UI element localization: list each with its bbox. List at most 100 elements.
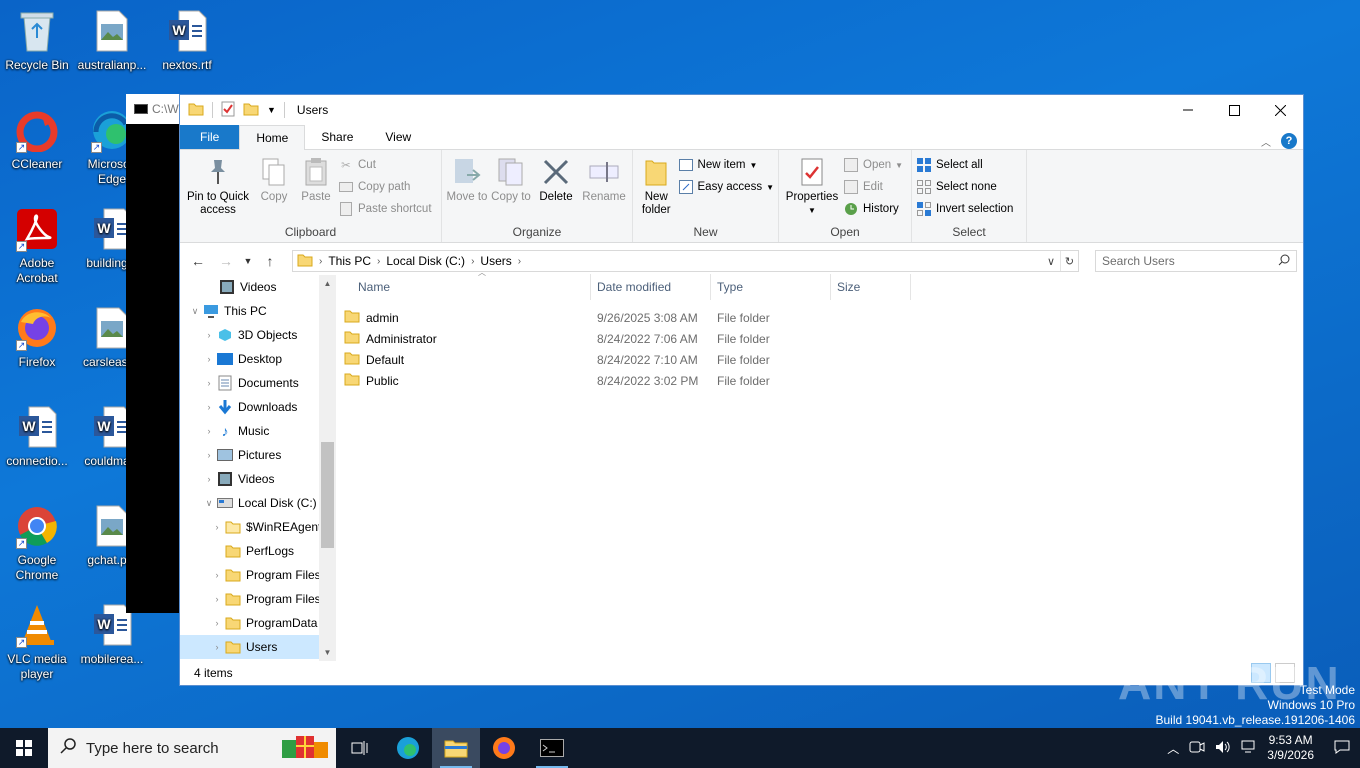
refresh-icon[interactable]: ↻ (1060, 251, 1078, 271)
expand-chevron-icon[interactable]: › (202, 426, 216, 436)
table-row[interactable]: admin 9/26/2025 3:08 AM File folder (336, 307, 1303, 328)
task-view-button[interactable] (336, 728, 384, 768)
table-row[interactable]: Administrator 8/24/2022 7:06 AM File fol… (336, 328, 1303, 349)
tab-home[interactable]: Home (239, 125, 306, 150)
taskbar-firefox[interactable] (480, 728, 528, 768)
desktop-icon-acrobat[interactable]: ↗ Adobe Acrobat (0, 206, 74, 286)
collapse-ribbon-chevron-icon[interactable]: ︿ (1261, 134, 1271, 149)
nav-item-3d-objects[interactable]: › 3D Objects (180, 323, 336, 347)
breadcrumb-local-disk[interactable]: Local Disk (C:) (386, 254, 465, 268)
expand-chevron-icon[interactable]: › (210, 522, 224, 532)
breadcrumb-separator-icon[interactable]: › (319, 256, 322, 267)
desktop-icon-connectio[interactable]: W connectio... (0, 404, 74, 469)
nav-item-users[interactable]: › Users (180, 635, 319, 659)
open-button[interactable]: Open ▼ (843, 156, 903, 174)
expand-chevron-icon[interactable]: ∨ (202, 498, 216, 509)
nav-item-videos[interactable]: › Videos (180, 467, 336, 491)
rename-button[interactable]: Rename (580, 152, 628, 224)
breadcrumb-separator-icon[interactable]: › (518, 256, 521, 267)
new-folder-button[interactable]: New folder (637, 152, 676, 224)
forward-button[interactable]: → (214, 249, 238, 273)
expand-chevron-icon[interactable]: › (202, 354, 216, 364)
nav-item-music[interactable]: › ♪ Music (180, 419, 336, 443)
table-row[interactable]: Default 8/24/2022 7:10 AM File folder (336, 349, 1303, 370)
expand-chevron-icon[interactable]: ∨ (188, 306, 202, 317)
expand-chevron-icon[interactable]: › (202, 330, 216, 340)
column-header-name[interactable]: Name (336, 274, 591, 300)
tab-share[interactable]: Share (305, 125, 369, 149)
desktop-icon-nextos[interactable]: W nextos.rtf (150, 8, 224, 73)
address-dropdown-chevron-icon[interactable]: ∨ (1042, 251, 1060, 271)
edit-button[interactable]: Edit (843, 178, 903, 196)
expand-chevron-icon[interactable]: › (202, 402, 216, 412)
history-button[interactable]: History (843, 200, 903, 218)
desktop-icon-firefox[interactable]: ↗ Firefox (0, 305, 74, 370)
nav-item-program-files-x86[interactable]: › Program Files (180, 587, 336, 611)
expand-chevron-icon[interactable]: › (210, 642, 224, 652)
taskbar-search-input[interactable]: Type here to search (86, 740, 219, 757)
tab-view[interactable]: View (369, 125, 427, 149)
network-icon[interactable] (1241, 740, 1257, 757)
nav-item-pictures[interactable]: › Pictures (180, 443, 336, 467)
up-button[interactable]: ↑ (258, 249, 282, 273)
nav-item-programdata[interactable]: › ProgramData (180, 611, 336, 635)
expand-chevron-icon[interactable]: › (202, 450, 216, 460)
new-folder-icon[interactable] (243, 102, 259, 119)
pin-to-quick-access-button[interactable]: Pin to Quick access (184, 152, 252, 224)
column-header-date[interactable]: Date modified (591, 274, 711, 300)
cut-button[interactable]: ✂ Cut (338, 156, 432, 174)
search-input[interactable]: Search Users (1102, 254, 1175, 268)
desktop-icon-chrome[interactable]: ↗ Google Chrome (0, 503, 74, 583)
close-button[interactable] (1257, 95, 1303, 125)
nav-item-local-disk[interactable]: ∨ Local Disk (C:) (180, 491, 336, 515)
desktop-icon-recycle-bin[interactable]: Recycle Bin (0, 8, 74, 73)
maximize-button[interactable] (1211, 95, 1257, 125)
properties-button[interactable]: Properties ▼ (783, 152, 841, 224)
titlebar[interactable]: ▼ Users (180, 95, 1303, 125)
expand-chevron-icon[interactable]: › (202, 378, 216, 388)
select-all-button[interactable]: Select all (916, 156, 1013, 174)
delete-button[interactable]: Delete (534, 152, 578, 224)
nav-item-desktop[interactable]: › Desktop (180, 347, 336, 371)
console-window[interactable]: C:\W (126, 94, 186, 613)
expand-chevron-icon[interactable]: › (202, 474, 216, 484)
start-button[interactable] (0, 728, 48, 768)
table-row[interactable]: Public 8/24/2022 3:02 PM File folder (336, 370, 1303, 391)
desktop-icon-vlc[interactable]: ↗ VLC media player (0, 602, 74, 682)
nav-item-downloads[interactable]: › Downloads (180, 395, 336, 419)
easy-access-button[interactable]: Easy access ▼ (678, 178, 774, 196)
scroll-down-arrow-icon[interactable]: ▼ (319, 644, 336, 661)
address-bar[interactable]: › This PC › Local Disk (C:) › Users › ∨ … (292, 250, 1079, 272)
search-box[interactable]: Search Users (1095, 250, 1297, 272)
minimize-button[interactable] (1165, 95, 1211, 125)
breadcrumb-separator-icon[interactable]: › (377, 256, 380, 267)
taskbar-search-box[interactable]: Type here to search (48, 728, 336, 768)
paste-shortcut-button[interactable]: Paste shortcut (338, 200, 432, 218)
select-none-button[interactable]: Select none (916, 178, 1013, 196)
taskbar-file-explorer[interactable] (432, 728, 480, 768)
expand-chevron-icon[interactable]: › (210, 594, 224, 604)
volume-icon[interactable] (1215, 740, 1231, 757)
column-header-type[interactable]: Type (711, 274, 831, 300)
paste-button[interactable]: Paste (296, 152, 336, 224)
breadcrumb-separator-icon[interactable]: › (471, 256, 474, 267)
taskbar-edge[interactable] (384, 728, 432, 768)
tab-file[interactable]: File (180, 125, 240, 149)
clock[interactable]: 9:53 AM 3/9/2026 (1267, 733, 1314, 763)
scroll-up-arrow-icon[interactable]: ▲ (319, 275, 336, 292)
nav-item-videos-quick[interactable]: Videos (180, 275, 336, 299)
nav-item-program-files[interactable]: › Program Files (180, 563, 336, 587)
navigation-scrollbar[interactable]: ▲ ▼ (319, 275, 336, 661)
meet-now-icon[interactable] (1189, 740, 1205, 757)
recent-locations-chevron-icon[interactable]: ▼ (242, 249, 254, 273)
breadcrumb-this-pc[interactable]: This PC (328, 254, 371, 268)
expand-chevron-icon[interactable]: › (210, 570, 224, 580)
copy-button[interactable]: Copy (254, 152, 294, 224)
back-button[interactable]: ← (186, 249, 210, 273)
copy-to-button[interactable]: Copy to (490, 152, 532, 224)
nav-item-perflogs[interactable]: PerfLogs (180, 539, 336, 563)
nav-item-documents[interactable]: › Documents (180, 371, 336, 395)
notifications-icon[interactable] (1334, 740, 1350, 757)
properties-icon[interactable] (221, 101, 235, 120)
expand-chevron-icon[interactable]: › (210, 618, 224, 628)
